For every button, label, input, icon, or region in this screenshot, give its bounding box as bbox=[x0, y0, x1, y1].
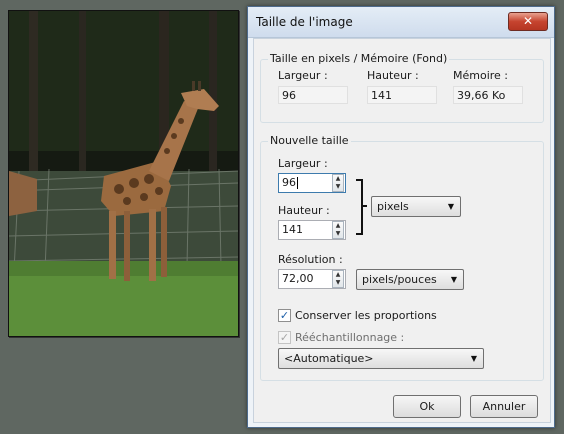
memory-groupbox: Taille en pixels / Mémoire (Fond) Largeu… bbox=[260, 52, 544, 123]
resolution-unit-select[interactable]: pixels/pouces ▼ bbox=[356, 269, 464, 290]
memory-width-label: Largeur : bbox=[278, 69, 328, 82]
spin-up-icon[interactable]: ▲ bbox=[333, 222, 343, 230]
chevron-down-icon: ▼ bbox=[447, 202, 454, 211]
dialog-client-area: Taille en pixels / Mémoire (Fond) Largeu… bbox=[253, 38, 551, 423]
resampling-method-value: <Automatique> bbox=[284, 352, 374, 365]
resolution-input-value: 72,00 bbox=[282, 272, 314, 285]
resampling-label: Rééchantillonnage : bbox=[295, 331, 405, 344]
cancel-button[interactable]: Annuler bbox=[470, 395, 538, 418]
size-unit-value: pixels bbox=[377, 200, 409, 213]
new-height-label: Hauteur : bbox=[278, 204, 330, 217]
resampling-method-select[interactable]: <Automatique> ▼ bbox=[278, 348, 484, 369]
checkmark-icon: ✓ bbox=[279, 309, 290, 322]
keep-proportions-checkbox[interactable]: ✓ bbox=[278, 309, 291, 322]
size-unit-select[interactable]: pixels ▼ bbox=[371, 196, 461, 217]
new-size-group-legend: Nouvelle taille bbox=[268, 134, 351, 147]
ok-button-label: Ok bbox=[419, 400, 435, 413]
height-input-value: 141 bbox=[282, 223, 303, 236]
close-button[interactable]: ✕ bbox=[508, 12, 548, 31]
spin-up-icon[interactable]: ▲ bbox=[333, 271, 343, 279]
new-size-groupbox: Nouvelle taille Largeur : 96 ▲ ▼ Hauteur… bbox=[260, 134, 544, 381]
text-caret bbox=[297, 177, 298, 189]
chevron-down-icon: ▼ bbox=[470, 354, 477, 363]
spin-down-icon[interactable]: ▼ bbox=[333, 230, 343, 238]
link-bracket-tick bbox=[361, 205, 367, 207]
width-spinner[interactable]: ▲ ▼ bbox=[332, 174, 344, 192]
resolution-spinner[interactable]: ▲ ▼ bbox=[332, 270, 344, 288]
link-bracket bbox=[356, 179, 363, 235]
spin-down-icon[interactable]: ▼ bbox=[333, 183, 343, 191]
close-icon: ✕ bbox=[522, 14, 534, 28]
memory-size-label: Mémoire : bbox=[453, 69, 509, 82]
keep-proportions-label[interactable]: Conserver les proportions bbox=[295, 309, 437, 322]
spin-down-icon[interactable]: ▼ bbox=[333, 279, 343, 287]
memory-width-value: 96 bbox=[278, 86, 348, 104]
memory-size-value: 39,66 Ko bbox=[453, 86, 523, 104]
memory-height-value: 141 bbox=[367, 86, 437, 104]
new-width-label: Largeur : bbox=[278, 157, 328, 170]
resampling-checkbox[interactable]: ✓ bbox=[278, 331, 291, 344]
title-bar[interactable]: Taille de l'image ✕ bbox=[248, 7, 554, 38]
width-input-value: 96 bbox=[282, 176, 296, 189]
memory-height-label: Hauteur : bbox=[367, 69, 419, 82]
memory-group-legend: Taille en pixels / Mémoire (Fond) bbox=[268, 52, 450, 65]
cancel-button-label: Annuler bbox=[482, 400, 526, 413]
spin-up-icon[interactable]: ▲ bbox=[333, 175, 343, 183]
image-preview bbox=[8, 10, 239, 337]
checkmark-icon: ✓ bbox=[279, 331, 290, 344]
resolution-label: Résolution : bbox=[278, 253, 343, 266]
resolution-unit-value: pixels/pouces bbox=[362, 273, 437, 286]
ok-button[interactable]: Ok bbox=[393, 395, 461, 418]
image-size-dialog: Taille de l'image ✕ Taille en pixels / M… bbox=[247, 6, 555, 428]
height-spinner[interactable]: ▲ ▼ bbox=[332, 221, 344, 239]
dialog-title: Taille de l'image bbox=[256, 15, 353, 29]
chevron-down-icon: ▼ bbox=[450, 275, 457, 284]
